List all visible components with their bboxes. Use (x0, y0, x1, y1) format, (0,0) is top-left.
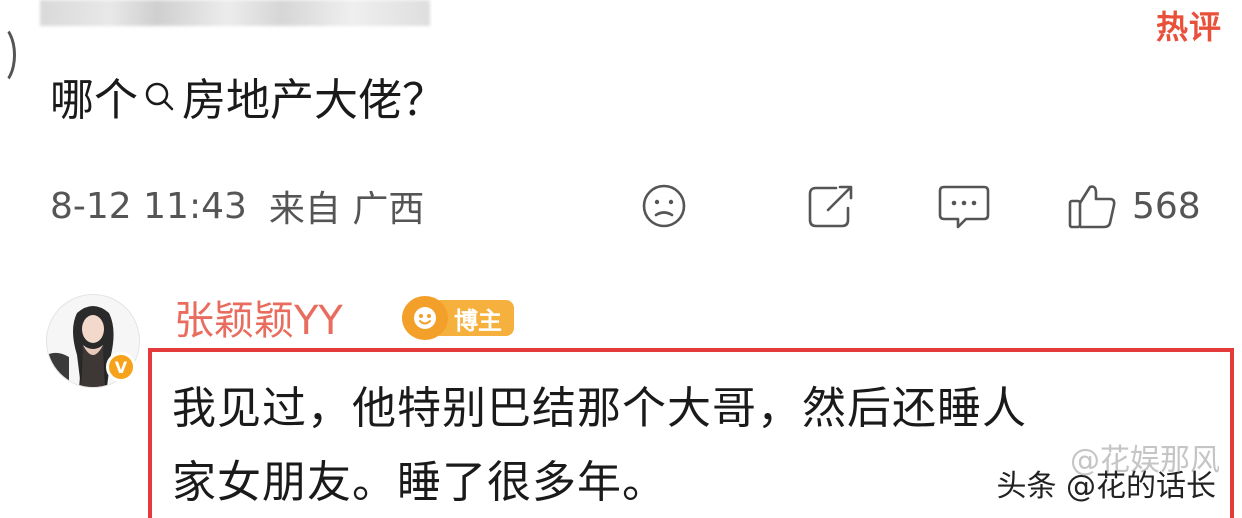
like-count: 568 (1132, 185, 1201, 227)
thumbs-up-icon (1068, 185, 1116, 229)
reply-text-line-2: 家女朋友。睡了很多年。 (172, 457, 667, 508)
watermark-ghost: @花娱那风 (1070, 443, 1220, 478)
post-text-suffix: ？ (402, 75, 446, 126)
back-arrow-icon[interactable] (0, 24, 16, 86)
watermark: @花娱那风 头条 @花的话长 (996, 443, 1220, 505)
reply-text-line-1: 我见过，他特别巴结那个大哥，然后还睡人 (172, 383, 1027, 434)
reply-username[interactable]: 张颖颖YY (174, 290, 343, 344)
dislike-button[interactable] (640, 180, 688, 232)
post-text: 哪个 房地产大佬 ？ (50, 64, 446, 128)
owner-badge: 博主 (402, 296, 522, 340)
verified-badge-icon: V (106, 352, 136, 382)
blurred-header (40, 0, 430, 26)
post-source: 来自 广西 (268, 189, 425, 230)
hot-comment-tag: 热评 (1155, 8, 1222, 46)
comment-button[interactable] (936, 180, 992, 232)
share-icon (808, 185, 853, 228)
post-timestamp: 8-12 11:43 (50, 185, 247, 227)
post-text-prefix: 哪个 (50, 75, 138, 126)
like-button[interactable]: 568 (1066, 180, 1201, 232)
badge-face-icon (402, 296, 448, 340)
sad-face-icon (642, 184, 686, 228)
comment-icon (938, 185, 990, 229)
post-topic-link[interactable]: 房地产大佬 (182, 64, 402, 128)
post-meta: 8-12 11:43 来自 广西 (50, 178, 424, 234)
share-button[interactable] (806, 180, 858, 232)
search-icon[interactable] (142, 79, 176, 113)
